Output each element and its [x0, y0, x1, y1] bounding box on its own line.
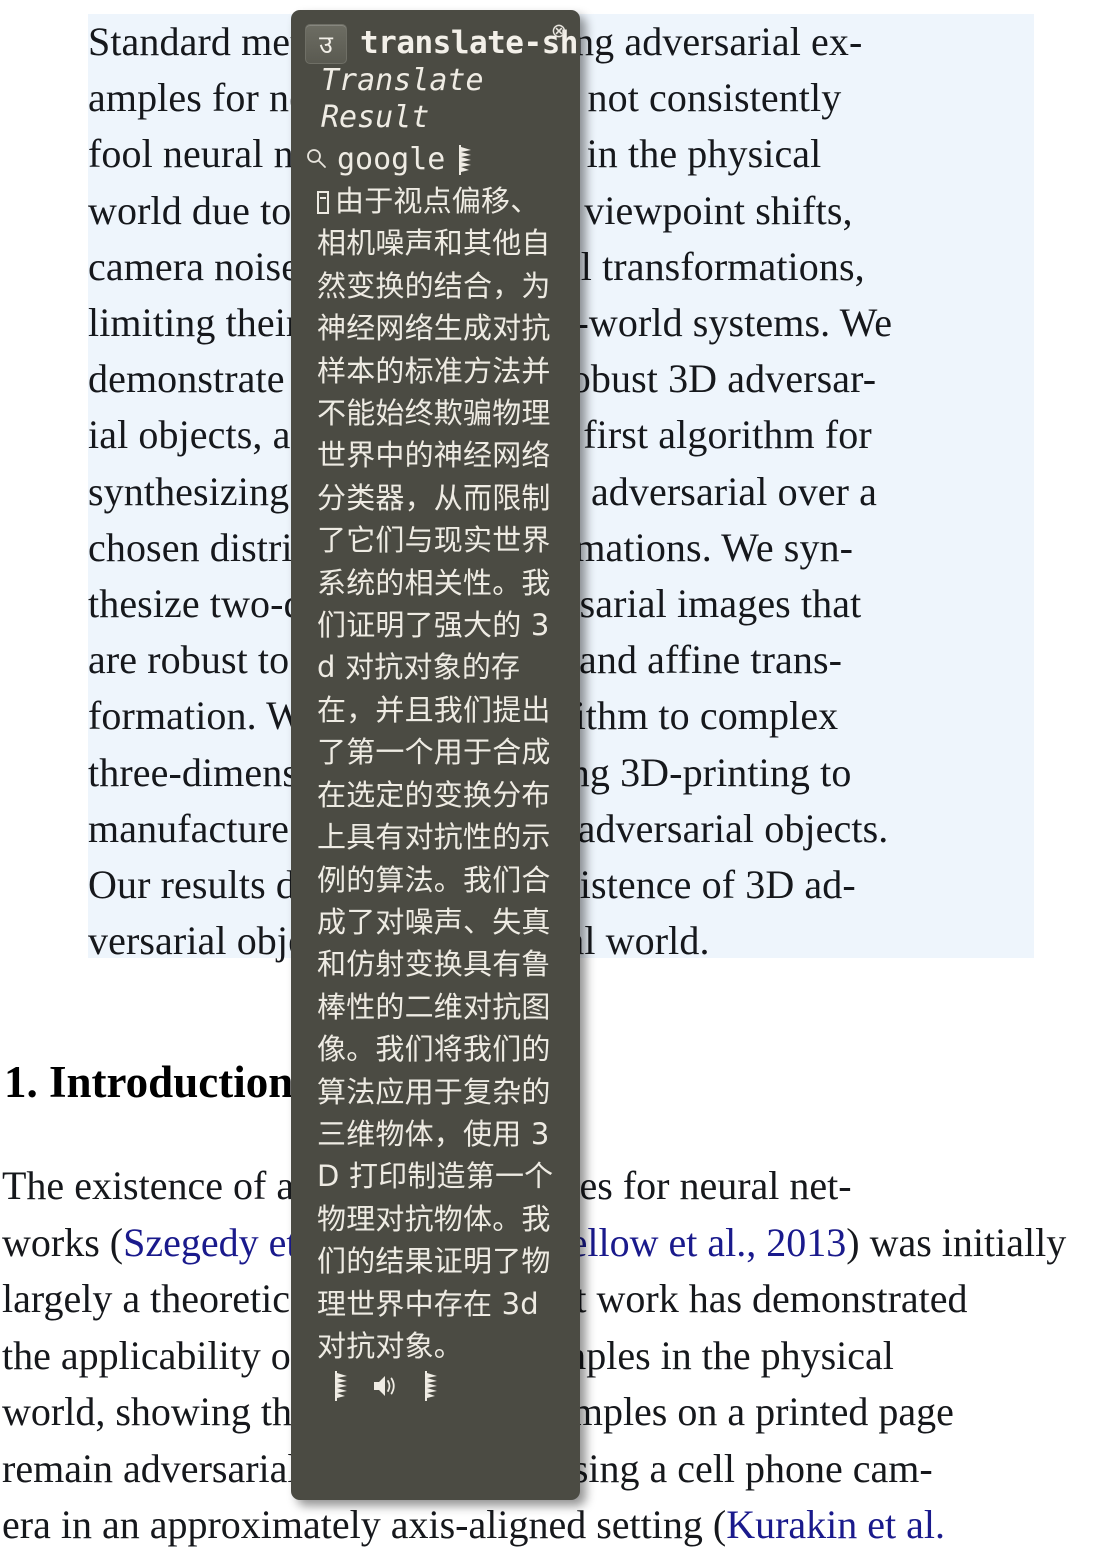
translation-result-value: 由于视点偏移、相机噪声和其他自然变换的结合，为神经网络生成对抗样本的标准方法并不… [317, 184, 554, 1363]
missing-glyph-icon [317, 191, 329, 214]
intro-text: ) was initially [846, 1219, 1067, 1265]
popup-header: उ translate-sh ⊗ [291, 10, 580, 64]
translation-result-text: 由于视点偏移、相机噪声和其他自然变换的结合，为神经网络生成对抗样本的标准方法并不… [291, 178, 580, 1410]
brand-glyph: उ [319, 29, 333, 59]
close-icon[interactable]: ⊗ [548, 20, 570, 42]
intro-text: era in an approximately axis-aligned set… [2, 1502, 727, 1547]
translate-engine-row[interactable]: google [291, 136, 580, 178]
intro-line: era in an approximately axis-aligned set… [2, 1497, 1106, 1554]
popup-subtitle: Translate Result [321, 63, 484, 135]
popup-action-row [331, 1370, 441, 1402]
engine-name-label: google [337, 142, 446, 177]
translate-app-icon: उ [305, 24, 347, 64]
intro-text: works ( [2, 1219, 124, 1265]
popup-title: translate-sh [360, 25, 578, 61]
quill-icon[interactable] [331, 1370, 351, 1402]
quill-icon[interactable] [421, 1370, 441, 1402]
citation-link[interactable]: Kurakin et al. [726, 1502, 945, 1547]
section-heading: 1. Introduction [4, 1057, 294, 1107]
translate-popup[interactable]: उ translate-sh ⊗ Translate Result google… [291, 10, 580, 1500]
search-icon [305, 147, 327, 175]
speaker-icon[interactable] [371, 1373, 401, 1399]
quill-icon[interactable] [455, 144, 475, 176]
